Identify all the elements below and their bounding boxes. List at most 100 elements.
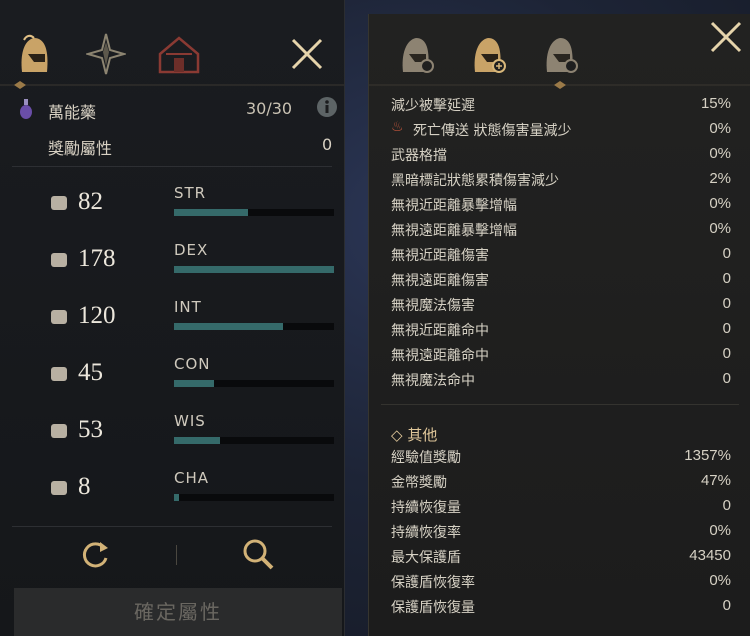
stat-value: 0% — [709, 220, 731, 237]
tab-house-icon[interactable] — [156, 32, 200, 76]
stat-label: STR — [174, 184, 207, 202]
stat-value: 0 — [722, 270, 731, 287]
stat-value: 0% — [709, 145, 731, 162]
stat-value: 2% — [709, 170, 731, 187]
stat-value: 0 — [722, 320, 731, 337]
defense-stat-row: 無視遠距離傷害 0 — [391, 267, 731, 292]
other-stat-row: 持續恢復率 0% — [391, 519, 731, 544]
stat-key: 無視近距離命中 — [391, 323, 489, 339]
stat-key: 經驗值獎勵 — [391, 450, 461, 466]
stat-key: 無視遠距離命中 — [391, 348, 489, 364]
stat-value: 0% — [709, 120, 731, 137]
tab-helmet-plus-icon[interactable] — [469, 32, 509, 78]
stat-key: 持續恢復量 — [391, 500, 461, 516]
stat-value: 120 — [78, 302, 116, 329]
defense-stat-row: 無視遠距離暴擊增幅 0% — [391, 217, 731, 242]
stat-value: 53 — [78, 416, 103, 443]
stat-row: 120 INT — [44, 296, 334, 340]
tab-compass-star-icon[interactable] — [84, 32, 128, 76]
stat-bar-fill — [174, 437, 221, 444]
defense-stat-row: 武器格擋 0% — [391, 142, 731, 167]
stat-row: 82 STR — [44, 182, 334, 226]
stat-bar-fill — [174, 323, 283, 330]
close-left-icon[interactable] — [290, 37, 324, 71]
stat-bar — [174, 494, 334, 501]
tab-helmet-search-icon[interactable] — [541, 32, 581, 78]
stat-key: 減少被擊延遲 — [391, 98, 475, 114]
stat-value: 45 — [78, 359, 103, 386]
stat-value: 178 — [78, 245, 116, 272]
close-right-icon[interactable] — [709, 20, 743, 54]
stat-bar — [174, 437, 334, 444]
other-stat-row: 金幣獎勵 47% — [391, 469, 731, 494]
stat-value: 15% — [700, 95, 731, 112]
stat-value: 0% — [709, 522, 731, 539]
other-stat-row: 持續恢復量 0 — [391, 494, 731, 519]
stat-value: 8 — [78, 473, 91, 500]
potion-row: 萬能藥 30/30 — [16, 96, 337, 124]
bonus-value: 0 — [322, 135, 333, 154]
stat-label: WIS — [174, 412, 206, 430]
stat-value: 0% — [709, 572, 731, 589]
stat-key: 黑暗標記狀態累積傷害減少 — [391, 173, 559, 189]
stat-row: 53 WIS — [44, 410, 334, 454]
defense-stat-row: 無視遠距離命中 0 — [391, 342, 731, 367]
stat-key: 保護盾恢復量 — [391, 600, 475, 616]
other-stat-row: 保護盾恢復量 0 — [391, 594, 731, 619]
reset-refresh-icon[interactable] — [78, 538, 112, 572]
magnifier-icon[interactable] — [240, 536, 276, 572]
stat-key: 無視近距離傷害 — [391, 248, 489, 264]
divider — [381, 404, 739, 405]
stat-value: 82 — [78, 188, 103, 215]
stat-value: 0 — [722, 245, 731, 262]
defense-stat-row: 無視近距離命中 0 — [391, 317, 731, 342]
stat-key: 死亡傳送 狀態傷害量減少 — [413, 123, 572, 139]
stat-value: 0 — [722, 370, 731, 387]
stat-row: 8 CHA — [44, 467, 334, 511]
stat-bar — [174, 266, 334, 273]
defense-stat-row: 無視近距離傷害 0 — [391, 242, 731, 267]
tab-divider-ornament — [369, 81, 750, 89]
bonus-attribute-row: 獎勵屬性 0 — [16, 132, 332, 158]
stat-key: 無視遠距離暴擊增幅 — [391, 223, 517, 239]
detail-stats-panel: 減少被擊延遲 15% ♨ 死亡傳送 狀態傷害量減少 0% 武器格擋 0% 黑暗標記狀態累積傷害… — [368, 14, 750, 636]
attribute-panel: 萬能藥 30/30 獎勵屬性 0 82 STR 178 DEX 120 INT 45 CON 5… — [0, 0, 345, 636]
stat-label: DEX — [174, 241, 209, 259]
confirm-attributes-button[interactable]: 確定屬性 — [14, 588, 342, 636]
stat-key: 持續恢復率 — [391, 525, 461, 541]
stat-bar — [174, 209, 334, 216]
stat-label: INT — [174, 298, 202, 316]
stat-key: 無視遠距離傷害 — [391, 273, 489, 289]
stat-bar — [174, 323, 334, 330]
stat-key: 無視魔法傷害 — [391, 298, 475, 314]
potion-count: 30/30 — [246, 99, 293, 118]
stat-key: 武器格擋 — [391, 148, 447, 164]
stat-value: 0 — [722, 345, 731, 362]
stat-key: 金幣獎勵 — [391, 475, 447, 491]
defense-stat-row: 無視魔法傷害 0 — [391, 292, 731, 317]
potion-icon — [18, 98, 34, 124]
stat-row: 178 DEX — [44, 239, 334, 283]
other-stat-row: 最大保護盾 43450 — [391, 544, 731, 569]
death-teleport-icon: ♨ — [391, 119, 404, 135]
bonus-label: 獎勵屬性 — [48, 139, 113, 158]
stat-key: 無視魔法命中 — [391, 373, 475, 389]
stat-label: CHA — [174, 469, 210, 487]
other-section-title: 其他 — [407, 426, 438, 444]
stat-label: CON — [174, 355, 211, 373]
tab-helmet-gear-icon[interactable] — [397, 32, 437, 78]
stat-value: 43450 — [689, 547, 731, 564]
defense-stat-row: 黑暗標記狀態累積傷害減少 2% — [391, 167, 731, 192]
stat-value: 0% — [709, 195, 731, 212]
stat-value: 0 — [722, 295, 731, 312]
tab-helmet-icon[interactable] — [14, 32, 54, 76]
other-stat-row: 經驗值獎勵 1357% — [391, 444, 731, 469]
charisma-crown-icon — [48, 477, 70, 499]
tab-divider-ornament — [0, 81, 344, 89]
stat-bar-fill — [174, 494, 179, 501]
divider — [12, 166, 332, 167]
stat-key: 保護盾恢復率 — [391, 575, 475, 591]
info-icon[interactable] — [316, 96, 338, 122]
defense-stat-row: 減少被擊延遲 15% — [391, 92, 731, 117]
other-stat-row: 保護盾恢復率 0% — [391, 569, 731, 594]
